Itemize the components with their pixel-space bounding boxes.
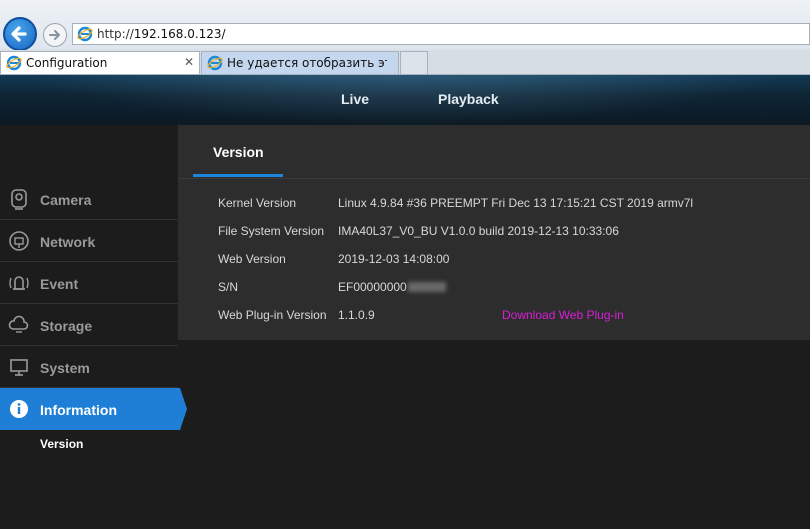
file-system-version-label: File System Version [218,224,325,238]
web-plugin-version-value: 1.1.0.9 [338,308,375,322]
version-panel: Version Kernel Version Linux 4.9.84 #36 … [178,125,810,340]
new-tab-button[interactable] [400,51,428,74]
sidebar-item-system[interactable]: System [0,346,178,388]
url-host: 192.168.0.123/ [133,27,226,41]
browser-tabs: Configuration ✕ Не удается отобразить эт… [0,50,810,75]
sidebar-item-label: Camera [40,192,92,208]
browser-nav-bar: http://192.168.0.123/ [0,0,810,51]
redacted-blur [407,282,446,292]
serial-number-value: EF00000000 [338,280,446,294]
kernel-version-value: Linux 4.9.84 #36 PREEMPT Fri Dec 13 17:1… [338,196,694,210]
serial-number-text: EF00000000 [338,280,407,294]
ie-icon [77,26,93,42]
divider [178,178,810,179]
tab-configuration[interactable]: Configuration ✕ [0,51,200,74]
web-version-label: Web Version [218,252,286,266]
header-glow [0,75,810,125]
arrow-left-icon [11,26,27,42]
tab-version[interactable]: Version [213,144,264,160]
sidebar-item-camera[interactable]: Camera [0,178,178,220]
sidebar-item-label: Network [40,234,96,250]
web-version-value: 2019-12-03 14:08:00 [338,252,450,266]
sidebar: Camera Network Event Storage System Info… [0,125,187,529]
storage-icon [8,315,29,333]
system-icon [10,359,28,376]
url-scheme: http:// [97,27,134,41]
url-text: http://192.168.0.123/ [97,27,226,41]
serial-number-label: S/N [218,280,239,294]
ie-icon [6,55,22,71]
forward-button[interactable] [43,23,67,47]
back-button[interactable] [3,17,37,51]
ie-icon [207,55,223,71]
sidebar-item-label: Event [40,276,79,292]
camera-icon [11,189,27,210]
close-icon[interactable]: ✕ [184,55,194,69]
sidebar-item-label: Information [40,402,117,418]
web-plugin-version-label: Web Plug-in Version [218,308,327,322]
sidebar-item-network[interactable]: Network [0,220,178,262]
sidebar-item-event[interactable]: Event [0,262,178,304]
sidebar-item-storage[interactable]: Storage [0,304,178,346]
tab-underline [193,174,283,177]
address-bar[interactable]: http://192.168.0.123/ [72,23,810,45]
tab-label: Configuration [26,56,108,70]
tab-error-page[interactable]: Не удается отобразить эту ст... [201,51,399,74]
tab-label: Не удается отобразить эту ст... [227,56,387,70]
app-header: Live Playback [0,75,810,125]
kernel-version-label: Kernel Version [218,196,297,210]
sidebar-subitem-version[interactable]: Version [40,437,83,451]
nav-live[interactable]: Live [341,91,369,107]
file-system-version-value: IMA40L37_V0_BU V1.0.0 build 2019-12-13 1… [338,224,619,238]
arrow-right-icon [49,30,60,40]
download-plugin-link[interactable]: Download Web Plug-in [502,308,624,322]
info-icon [10,400,28,418]
browser-chrome: http://192.168.0.123/ Configuration ✕ Не… [0,0,810,75]
network-icon [9,231,29,251]
sidebar-item-label: Storage [40,318,93,334]
sidebar-item-label: System [40,360,90,376]
sidebar-item-information[interactable]: Information [0,388,187,430]
event-icon [9,276,29,290]
nav-playback[interactable]: Playback [438,91,499,107]
